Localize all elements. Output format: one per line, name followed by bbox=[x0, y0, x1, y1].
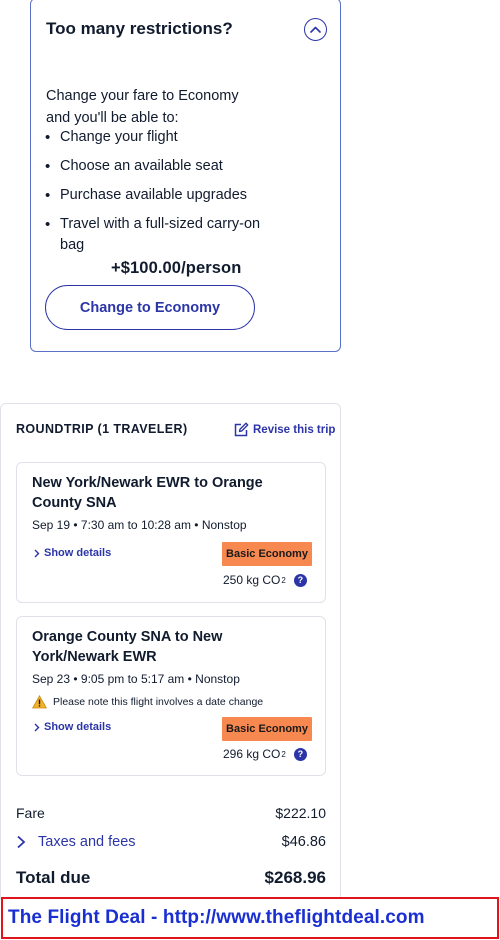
upsell-intro: Change your fare to Economy and you'll b… bbox=[46, 88, 239, 126]
co2-value: 296 kg CO bbox=[223, 747, 281, 761]
flight-route: New York/Newark EWR to Orange County SNA bbox=[32, 475, 263, 511]
show-details-label: Show details bbox=[44, 721, 112, 733]
edit-icon bbox=[234, 422, 249, 437]
co2-emissions: 250 kg CO 2 ? bbox=[223, 573, 307, 587]
change-to-economy-button[interactable]: Change to Economy bbox=[45, 285, 255, 330]
taxes-value: $46.86 bbox=[281, 834, 326, 850]
benefit-item: Purchase available upgrades bbox=[44, 185, 284, 206]
benefit-item: Change your flight bbox=[44, 127, 284, 148]
total-label: Total due bbox=[16, 868, 91, 887]
upsell-title: Too many restrictions? bbox=[46, 19, 233, 38]
fare-row: Fare $222.10 bbox=[16, 805, 326, 821]
co2-subscript: 2 bbox=[281, 749, 286, 759]
fare-class-badge: Basic Economy bbox=[222, 717, 312, 741]
co2-value: 250 kg CO bbox=[223, 573, 281, 587]
upsell-card: Too many restrictions? Change your fare … bbox=[30, 0, 341, 352]
flight-route: Orange County SNA to New York/Newark EWR bbox=[32, 629, 223, 665]
co2-subscript: 2 bbox=[281, 575, 286, 585]
help-icon[interactable]: ? bbox=[293, 573, 307, 587]
chevron-right-icon bbox=[34, 723, 40, 731]
trip-summary: ROUNDTRIP (1 TRAVELER) Revise this trip … bbox=[0, 403, 341, 903]
show-details-link[interactable]: Show details bbox=[32, 547, 111, 559]
warning-icon bbox=[32, 695, 47, 709]
chevron-right-icon bbox=[17, 835, 26, 849]
fare-label: Fare bbox=[16, 805, 45, 821]
benefit-item: Travel with a full-sized carry-on bag bbox=[44, 214, 264, 256]
show-details-link[interactable]: Show details bbox=[32, 721, 111, 733]
flight-card-outbound: New York/Newark EWR to Orange County SNA… bbox=[16, 462, 326, 603]
benefits-list: Change your flight Choose an available s… bbox=[44, 127, 284, 264]
benefit-item: Choose an available seat bbox=[44, 156, 284, 177]
total-row: Total due $268.96 bbox=[16, 868, 326, 888]
taxes-row: Taxes and fees $46.86 bbox=[16, 834, 326, 850]
flight-card-return: Orange County SNA to New York/Newark EWR… bbox=[16, 616, 326, 776]
chevron-up-icon bbox=[310, 26, 321, 33]
date-change-notice: Please note this flight involves a date … bbox=[32, 695, 263, 709]
trip-heading: ROUNDTRIP (1 TRAVELER) bbox=[16, 422, 188, 436]
chevron-right-icon bbox=[34, 549, 40, 557]
upgrade-price: +$100.00/person bbox=[111, 259, 242, 277]
taxes-label: Taxes and fees bbox=[38, 834, 136, 850]
show-details-label: Show details bbox=[44, 547, 112, 559]
co2-emissions: 296 kg CO 2 ? bbox=[223, 747, 307, 761]
flight-times: Sep 23 • 9:05 pm to 5:17 am • Nonstop bbox=[32, 672, 240, 686]
revise-label: Revise this trip bbox=[253, 424, 336, 436]
flight-times: Sep 19 • 7:30 am to 10:28 am • Nonstop bbox=[32, 518, 247, 532]
fare-class-badge: Basic Economy bbox=[222, 542, 312, 566]
notice-text: Please note this flight involves a date … bbox=[53, 696, 264, 708]
watermark-banner: The Flight Deal - http://www.theflightde… bbox=[1, 897, 499, 939]
taxes-toggle[interactable]: Taxes and fees bbox=[16, 834, 136, 850]
fare-value: $222.10 bbox=[275, 805, 326, 821]
collapse-button[interactable] bbox=[304, 18, 327, 41]
help-icon[interactable]: ? bbox=[293, 747, 307, 761]
total-value: $268.96 bbox=[264, 868, 326, 887]
revise-trip-link[interactable]: Revise this trip bbox=[233, 422, 335, 438]
